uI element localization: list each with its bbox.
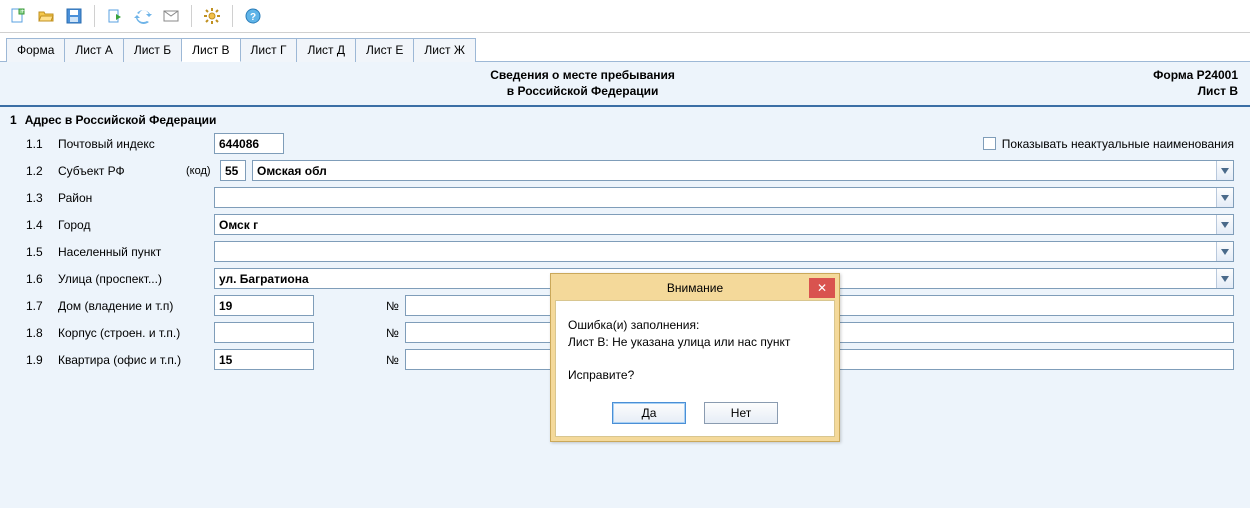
sync-icon[interactable] xyxy=(131,4,155,28)
chevron-down-icon[interactable] xyxy=(1216,242,1233,261)
region-code-label: (код) xyxy=(186,165,214,177)
city-combo[interactable]: Омск г xyxy=(214,214,1234,235)
flat-label: Квартира (офис и т.п.) xyxy=(58,353,208,367)
settlement-label: Населенный пункт xyxy=(58,245,208,259)
page-header: Сведения о месте пребывания в Российской… xyxy=(0,62,1250,107)
dialog-msg-line3: Исправите? xyxy=(568,367,822,384)
field-num: 1.4 xyxy=(26,218,52,232)
tab-sheet-b[interactable]: Лист Б xyxy=(123,38,182,62)
region-combo[interactable]: Омская обл xyxy=(252,160,1234,181)
tab-sheet-a[interactable]: Лист А xyxy=(64,38,123,62)
house-input[interactable] xyxy=(214,295,314,316)
close-icon[interactable]: ✕ xyxy=(809,278,835,298)
flat-input[interactable] xyxy=(214,349,314,370)
field-num: 1.7 xyxy=(26,299,52,313)
building-input[interactable] xyxy=(214,322,314,343)
street-value: ул. Багратиона xyxy=(219,272,309,286)
section-title: 1 Адрес в Российской Федерации xyxy=(0,107,1250,133)
field-num: 1.2 xyxy=(26,164,52,178)
postal-input[interactable] xyxy=(214,133,284,154)
chevron-down-icon[interactable] xyxy=(1216,269,1233,288)
warning-dialog: Внимание ✕ Ошибка(и) заполнения: Лист В:… xyxy=(550,273,840,442)
field-num: 1.5 xyxy=(26,245,52,259)
save-icon[interactable] xyxy=(62,4,86,28)
city-label: Город xyxy=(58,218,208,232)
chevron-down-icon[interactable] xyxy=(1216,161,1233,180)
field-num: 1.6 xyxy=(26,272,52,286)
svg-text:?: ? xyxy=(250,12,256,23)
tabbar: Форма Лист А Лист Б Лист В Лист Г Лист Д… xyxy=(0,33,1250,62)
tab-sheet-v[interactable]: Лист В xyxy=(181,38,240,62)
house-label: Дом (владение и т.п) xyxy=(58,299,208,313)
street-label: Улица (проспект...) xyxy=(58,272,208,286)
page-title-line2: в Российской Федерации xyxy=(12,84,1153,100)
sheet-label: Лист В xyxy=(1153,84,1238,100)
open-icon[interactable] xyxy=(34,4,58,28)
svg-text:+: + xyxy=(21,9,25,15)
dialog-body: Ошибка(и) заполнения: Лист В: Не указана… xyxy=(555,300,835,437)
region-code-input[interactable] xyxy=(220,160,246,181)
form-code: Форма Р24001 xyxy=(1153,68,1238,84)
house-num-label: № xyxy=(386,299,399,313)
field-num: 1.3 xyxy=(26,191,52,205)
dialog-msg-line2: Лист В: Не указана улица или нас пункт xyxy=(568,334,822,351)
no-button[interactable]: Нет xyxy=(704,402,778,424)
dialog-msg-line1: Ошибка(и) заполнения: xyxy=(568,317,822,334)
field-num: 1.8 xyxy=(26,326,52,340)
settings-icon[interactable] xyxy=(200,4,224,28)
field-num: 1.9 xyxy=(26,353,52,367)
region-label: Субъект РФ xyxy=(58,164,180,178)
section-label: Адрес в Российской Федерации xyxy=(25,113,217,127)
region-value: Омская обл xyxy=(257,164,327,178)
tab-sheet-e[interactable]: Лист Е xyxy=(355,38,414,62)
mail-icon[interactable] xyxy=(159,4,183,28)
building-num-label: № xyxy=(386,326,399,340)
district-label: Район xyxy=(58,191,208,205)
district-combo[interactable] xyxy=(214,187,1234,208)
dialog-title-text: Внимание xyxy=(667,281,723,295)
toolbar: + ? xyxy=(0,0,1250,33)
chevron-down-icon[interactable] xyxy=(1216,215,1233,234)
postal-label: Почтовый индекс xyxy=(58,137,208,151)
yes-button[interactable]: Да xyxy=(612,402,686,424)
city-value: Омск г xyxy=(219,218,258,232)
new-icon[interactable]: + xyxy=(6,4,30,28)
tab-sheet-zh[interactable]: Лист Ж xyxy=(413,38,476,62)
tab-sheet-d[interactable]: Лист Д xyxy=(296,38,356,62)
tab-form[interactable]: Форма xyxy=(6,38,65,62)
building-label: Корпус (строен. и т.п.) xyxy=(58,326,208,340)
settlement-combo[interactable] xyxy=(214,241,1234,262)
dialog-titlebar[interactable]: Внимание ✕ xyxy=(555,278,835,300)
checkbox-label: Показывать неактуальные наименования xyxy=(1002,137,1234,151)
flat-num-label: № xyxy=(386,353,399,367)
page-title-line1: Сведения о месте пребывания xyxy=(12,68,1153,84)
show-obsolete-checkbox[interactable]: Показывать неактуальные наименования xyxy=(983,137,1234,151)
field-num: 1.1 xyxy=(26,137,52,151)
tab-sheet-g[interactable]: Лист Г xyxy=(240,38,298,62)
chevron-down-icon[interactable] xyxy=(1216,188,1233,207)
checkbox-icon[interactable] xyxy=(983,137,996,150)
export-icon[interactable] xyxy=(103,4,127,28)
section-num: 1 xyxy=(10,113,17,127)
help-icon[interactable]: ? xyxy=(241,4,265,28)
